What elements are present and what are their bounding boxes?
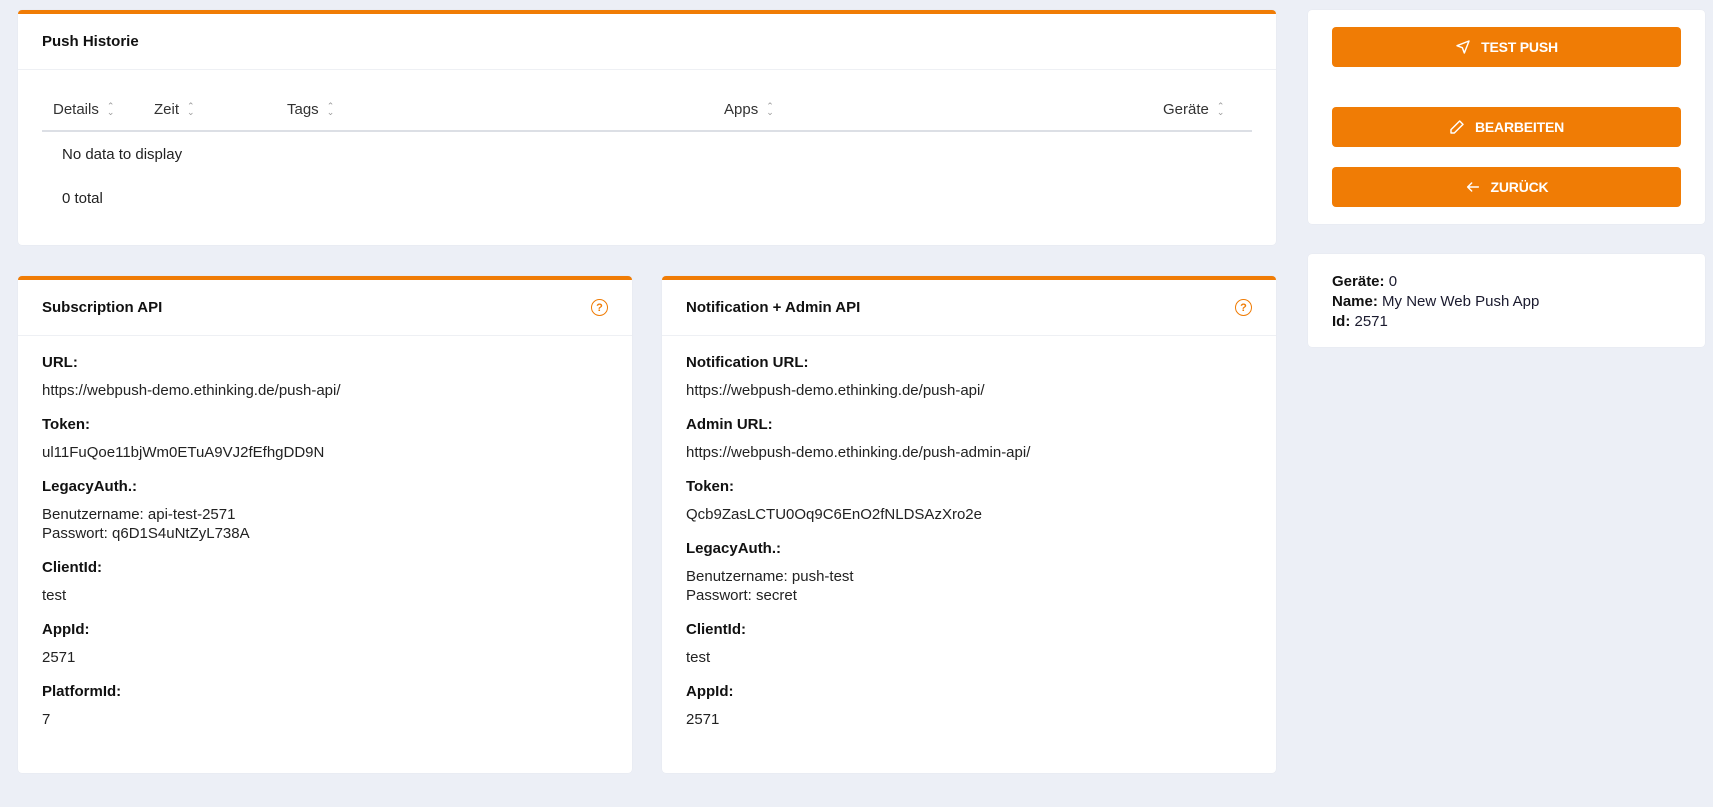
field-value: https://webpush-demo.ethinking.de/push-a…: [42, 382, 341, 399]
subscription-api-header: Subscription API ?: [18, 280, 632, 336]
notification-api-title: Notification + Admin API: [686, 299, 861, 316]
api-field: AppId: 2571: [42, 621, 608, 667]
push-history-title: Push Historie: [42, 33, 139, 50]
sort-icon: ⌃ ⌄: [106, 101, 115, 117]
field-value: 2571: [686, 711, 720, 728]
column-header-apps[interactable]: Apps ⌃ ⌄: [724, 101, 774, 118]
field-label: Token:: [686, 478, 735, 495]
field-label: Admin URL:: [686, 416, 773, 433]
push-history-table: Details ⌃ ⌄ Zeit ⌃ ⌄ Tags ⌃ ⌄ Apps ⌃ ⌄ Gerät…: [42, 88, 1252, 207]
field-label: URL:: [42, 354, 78, 371]
field-value: Qcb9ZasLCTU0Oq9C6EnO2fNLDSAzXro2e: [686, 506, 982, 523]
info-label: Name:: [1332, 293, 1378, 310]
info-label: Geräte:: [1332, 273, 1385, 290]
field-label: ClientId:: [42, 559, 102, 576]
api-field: PlatformId: 7: [42, 683, 608, 729]
field-value: 7: [42, 711, 51, 728]
info-value: My New Web Push App: [1382, 293, 1540, 310]
edit-button[interactable]: BEARBEITEN: [1332, 107, 1681, 147]
info-devices: Geräte: 0: [1332, 272, 1681, 292]
help-icon[interactable]: ?: [591, 299, 608, 316]
api-field: Admin URL: https://webpush-demo.ethinking…: [686, 416, 1252, 462]
notification-api-header: Notification + Admin API ?: [662, 280, 1276, 336]
column-label: Geräte: [1163, 100, 1209, 118]
field-label: ClientId:: [686, 621, 746, 638]
field-label: AppId:: [686, 683, 734, 700]
sort-icon: ⌃ ⌄: [766, 101, 774, 117]
column-label: Zeit: [154, 100, 180, 118]
api-field: URL: https://webpush-demo.ethinking.de/pu…: [42, 354, 608, 400]
empty-message: No data to display: [62, 146, 183, 163]
push-history-header: Push Historie: [18, 14, 1276, 70]
subscription-api-card: Subscription API ? URL: https://webpush-d…: [18, 276, 632, 773]
field-label: LegacyAuth.:: [42, 478, 138, 495]
api-field: Notification URL: https://webpush-demo.et…: [686, 354, 1252, 400]
sort-icon: ⌃ ⌄: [326, 101, 335, 117]
info-name: Name: My New Web Push App: [1332, 292, 1681, 312]
column-label: Apps: [724, 100, 759, 118]
field-value: https://webpush-demo.ethinking.de/push-a…: [686, 444, 1031, 461]
table-header: Details ⌃ ⌄ Zeit ⌃ ⌄ Tags ⌃ ⌄ Apps ⌃ ⌄ Gerät…: [42, 88, 1252, 132]
field-value: Benutzername: api-test-2571: [42, 506, 236, 523]
field-value: 2571: [42, 649, 76, 666]
back-button[interactable]: ZURÜCK: [1332, 167, 1681, 207]
column-label: Tags: [287, 100, 319, 118]
column-header-details[interactable]: Details ⌃ ⌄: [53, 101, 114, 118]
field-value: ul11FuQoe11bjWm0ETuA9VJ2fEfhgDD9N: [42, 444, 325, 461]
api-field: LegacyAuth.: Benutzername: push-test Passw…: [686, 540, 1252, 605]
column-label: Details: [53, 100, 99, 118]
subscription-api-fields: URL: https://webpush-demo.ethinking.de/pu…: [18, 336, 632, 729]
column-header-tags[interactable]: Tags ⌃ ⌄: [287, 101, 334, 118]
test-push-button[interactable]: TEST PUSH: [1332, 27, 1681, 67]
actions-card: TEST PUSH BEARBEITEN ZURÜCK: [1308, 10, 1705, 224]
field-value: Passwort: q6D1S4uNtZyL738A: [42, 525, 250, 542]
info-value: 0: [1388, 273, 1398, 290]
api-field: Token: ul11FuQoe11bjWm0ETuA9VJ2fEfhgDD9N: [42, 416, 608, 462]
subscription-api-title: Subscription API: [42, 299, 163, 316]
pencil-icon: [1450, 120, 1464, 134]
field-value: test: [686, 649, 711, 666]
api-field: ClientId: test: [42, 559, 608, 605]
field-label: PlatformId:: [42, 683, 122, 700]
send-icon: [1456, 40, 1470, 54]
field-value: Benutzername: push-test: [686, 568, 854, 585]
field-value: Passwort: secret: [686, 587, 797, 604]
test-push-label: TEST PUSH: [1481, 39, 1558, 55]
info-id: Id: 2571: [1332, 312, 1681, 332]
field-label: Token:: [42, 416, 91, 433]
notification-api-fields: Notification URL: https://webpush-demo.et…: [662, 336, 1276, 729]
help-icon[interactable]: ?: [1235, 299, 1252, 316]
back-label: ZURÜCK: [1490, 179, 1549, 195]
info-value: 2571: [1354, 313, 1388, 330]
push-history-card: Push Historie Details ⌃ ⌄ Zeit ⌃ ⌄ Tags ⌃ ⌄…: [18, 10, 1276, 245]
total-count: 0 total: [62, 190, 103, 207]
api-field: Token: Qcb9ZasLCTU0Oq9C6EnO2fNLDSAzXro2e: [686, 478, 1252, 524]
field-label: Notification URL:: [686, 354, 809, 371]
arrow-left-icon: [1466, 182, 1479, 192]
field-value: https://webpush-demo.ethinking.de/push-a…: [686, 382, 985, 399]
column-header-geraete[interactable]: Geräte ⌃ ⌄: [1163, 101, 1224, 118]
field-label: AppId:: [42, 621, 90, 638]
notification-api-card: Notification + Admin API ? Notification …: [662, 276, 1276, 773]
sort-icon: ⌃ ⌄: [1216, 101, 1225, 117]
sort-icon: ⌃ ⌄: [187, 101, 195, 117]
api-field: ClientId: test: [686, 621, 1252, 667]
api-field: LegacyAuth.: Benutzername: api-test-2571 P…: [42, 478, 608, 543]
field-label: LegacyAuth.:: [686, 540, 782, 557]
api-field: AppId: 2571: [686, 683, 1252, 729]
column-header-zeit[interactable]: Zeit ⌃ ⌄: [154, 101, 195, 118]
edit-label: BEARBEITEN: [1474, 119, 1564, 135]
app-info-card: Geräte: 0 Name: My New Web Push App Id: …: [1308, 254, 1705, 347]
field-value: test: [42, 587, 67, 604]
info-label: Id:: [1332, 313, 1351, 330]
